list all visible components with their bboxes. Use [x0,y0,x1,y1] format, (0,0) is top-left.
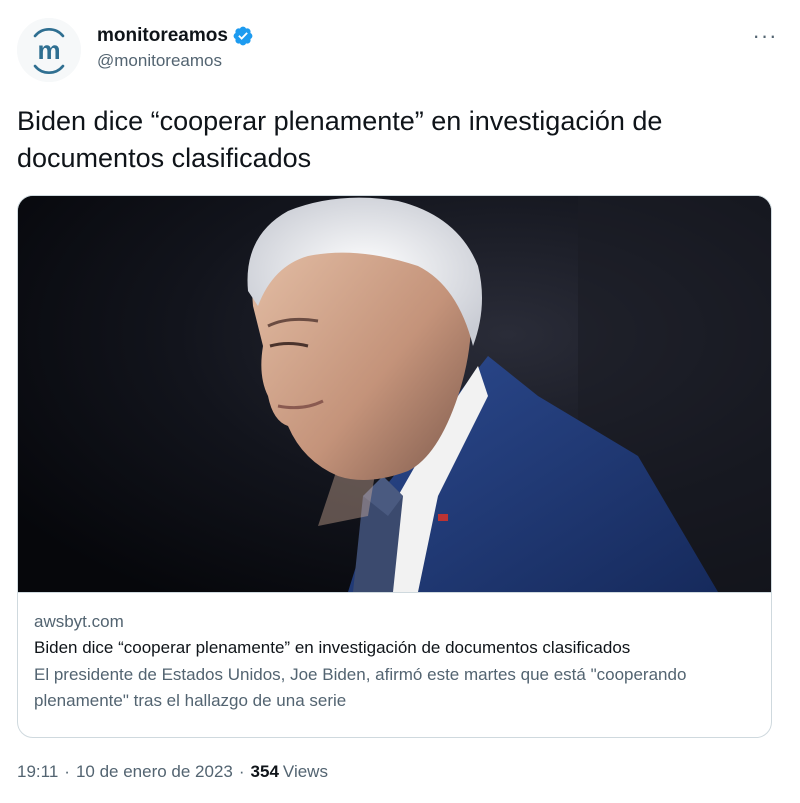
tweet-header: m monitoreamos @monitoreamos ··· [17,18,783,84]
card-info[interactable]: awsbyt.com Biden dice “cooperar plenamen… [18,592,771,737]
monitoreamos-logo-icon: m [17,18,81,82]
card-description: El presidente de Estados Unidos, Joe Bid… [34,665,687,710]
tweet-time[interactable]: 19:11 [17,762,58,782]
card-title: Biden dice “cooperar plenamente” en inve… [34,638,631,657]
meta-separator-2: · [238,762,245,781]
views-count: 354 [250,762,279,781]
account-names: monitoreamos @monitoreamos [97,24,254,71]
card-image[interactable] [18,196,771,592]
display-name-row: monitoreamos [97,24,254,48]
link-card[interactable]: awsbyt.com Biden dice “cooperar plenamen… [17,195,772,738]
card-photo [18,196,771,592]
more-button-label: ··· [752,23,778,48]
account-handle[interactable]: @monitoreamos [97,51,254,71]
tweet-date[interactable]: 10 de enero de 2023 [76,762,233,782]
meta-separator: · [64,762,70,781]
tweet-text: Biden dice “cooperar plenamente” en inve… [17,106,663,173]
tweet: m monitoreamos @monitoreamos ··· Biden d… [0,0,800,803]
display-name[interactable]: monitoreamos [97,25,228,47]
views-label: Views [282,762,328,781]
avatar[interactable]: m [17,18,81,82]
verified-badge-icon [232,25,254,47]
more-horizontal-icon[interactable]: ··· [747,22,783,50]
avatar-letter: m [37,35,60,65]
card-domain: awsbyt.com [34,612,124,631]
tweet-meta: 19:11 · 10 de enero de 2023 · 354 Views [17,762,328,782]
